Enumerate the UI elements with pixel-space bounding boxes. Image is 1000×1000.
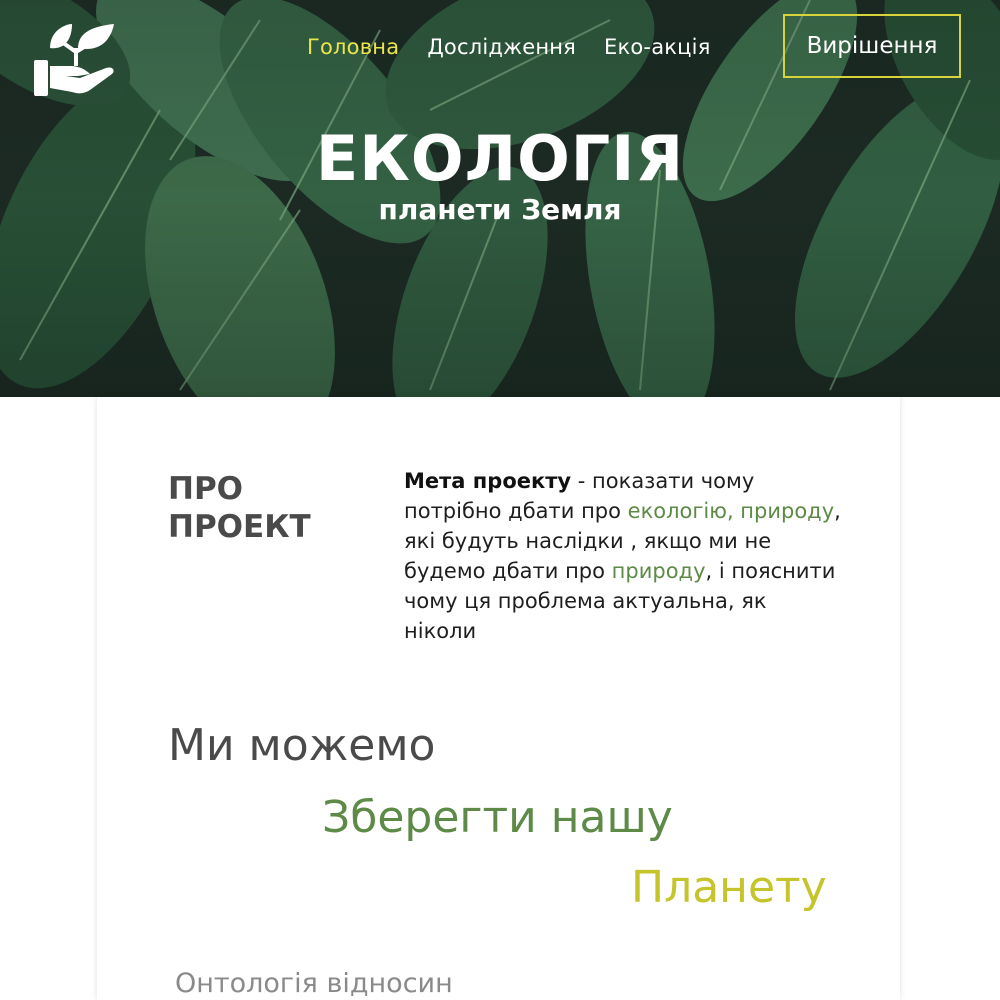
nav-item-eco-action[interactable]: Еко-акція (604, 35, 711, 59)
about-title-line1: ПРО (168, 471, 244, 507)
slogan-line3: Планету (631, 862, 827, 913)
about-title-line2: ПРОЕКТ (168, 509, 311, 545)
hero-subtitle: планети Земля (378, 193, 622, 226)
about-section-title: ПРО ПРОЕКТ (168, 470, 348, 546)
nav-item-home[interactable]: Головна (307, 35, 399, 59)
leaf-hand-icon[interactable] (30, 20, 120, 100)
hero-title: ЕКОЛОГІЯ (315, 122, 685, 195)
nav-item-research[interactable]: Дослідження (427, 35, 576, 59)
slogan-line1: Ми можемо (168, 720, 436, 771)
about-highlight-nature[interactable]: природу (612, 559, 706, 583)
slogan-line2: Зберегти нашу (322, 792, 673, 843)
solutions-button[interactable]: Вирішення (783, 14, 961, 78)
about-lead: Мета проекту (404, 469, 572, 493)
section-title-ontology: Онтологія відносин (175, 968, 453, 999)
about-highlight-ecology[interactable]: екологію, природу (628, 499, 834, 523)
hero-banner: Головна Дослідження Еко-акція Вирішення … (0, 0, 1000, 397)
main-nav: Головна Дослідження Еко-акція (307, 35, 711, 59)
about-description: Мета проекту - показати чому потрібно дб… (404, 466, 844, 646)
